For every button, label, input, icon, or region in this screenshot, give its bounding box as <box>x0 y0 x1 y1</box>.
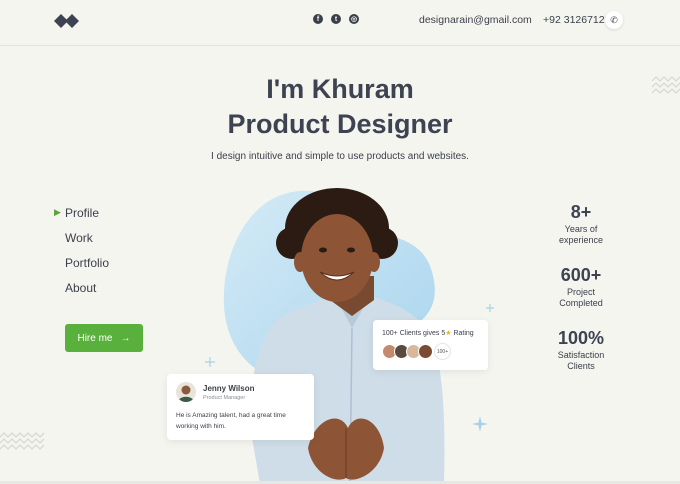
stat-label: experience <box>558 235 604 245</box>
logo[interactable] <box>54 12 80 30</box>
nav-item-about[interactable]: About <box>54 275 109 300</box>
avatar <box>176 382 196 402</box>
testimonial-name: Jenny Wilson <box>203 384 255 393</box>
hero-title-line1: I'm Khuram <box>266 74 414 104</box>
stat-label: Completed <box>559 298 603 308</box>
nav-item-label: Work <box>65 230 93 245</box>
hero-title-line2: Product Designer <box>227 109 453 139</box>
hire-me-button[interactable]: Hire me → <box>65 324 143 352</box>
sparkle-decoration <box>472 416 488 432</box>
stat-label: Years of <box>564 224 598 234</box>
nav-item-label: Profile <box>65 205 100 220</box>
rating-text: 100+ Clients gives 5★ Rating <box>382 329 474 337</box>
rating-card: 100+ Clients gives 5★ Rating 100+ <box>373 320 488 370</box>
sparkle-decoration <box>205 357 215 367</box>
testimonial-text: He is Amazing talent, had a great time w… <box>176 412 286 430</box>
side-nav: ▶ Profile Work Portfolio About <box>54 200 109 300</box>
stats-column: 8+ Years of experience 600+ Project Comp… <box>548 200 614 389</box>
stat-satisfaction: 100% Satisfaction Clients <box>548 326 614 372</box>
stat-experience: 8+ Years of experience <box>548 200 614 246</box>
phone-icon[interactable]: ✆ <box>605 11 623 29</box>
arrow-right-icon: → <box>120 332 131 344</box>
avatar <box>418 344 433 359</box>
nav-item-profile[interactable]: ▶ Profile <box>54 200 109 225</box>
stat-label: Project <box>566 287 595 297</box>
nav-item-portfolio[interactable]: Portfolio <box>54 250 109 275</box>
social-links: f t ◎ <box>313 14 359 24</box>
hero-subtitle: I design intuitive and simple to use pro… <box>211 151 469 162</box>
nav-item-label: About <box>65 280 97 295</box>
active-arrow-icon: ▶ <box>54 207 61 217</box>
stat-value: 600+ <box>560 265 602 285</box>
stat-value: 100% <box>557 328 605 348</box>
header: f t ◎ designarain@gmail.com +92 31267123… <box>0 0 680 46</box>
facebook-icon[interactable]: f <box>313 14 323 24</box>
nav-item-label: Portfolio <box>65 255 110 270</box>
stat-label: Clients <box>567 361 595 371</box>
more-clients-badge: 100+ <box>434 343 451 360</box>
email-link[interactable]: designarain@gmail.com <box>419 14 532 26</box>
portfolio-page: f t ◎ designarain@gmail.com +92 31267123… <box>0 0 680 484</box>
sparkle-decoration <box>486 304 494 312</box>
nav-item-work[interactable]: Work <box>54 225 109 250</box>
testimonial-card: Jenny Wilson Product Manager He is Amazi… <box>167 374 314 440</box>
twitter-icon[interactable]: t <box>331 14 341 24</box>
stat-value: 8+ <box>570 202 592 222</box>
zigzag-decoration-left <box>0 432 45 450</box>
client-avatars: 100+ <box>382 343 451 360</box>
rating-text-suffix: Rating <box>451 330 474 337</box>
testimonial-role: Product Manager <box>203 395 246 401</box>
dribbble-icon[interactable]: ◎ <box>349 14 359 24</box>
rating-text-prefix: 100+ Clients gives 5 <box>382 330 446 337</box>
hire-me-label: Hire me <box>77 332 113 344</box>
zigzag-decoration-right <box>652 76 680 94</box>
hero-title: I'm Khuram Product Designer <box>140 72 540 142</box>
stat-projects: 600+ Project Completed <box>548 263 614 309</box>
stat-label: Satisfaction <box>557 350 605 360</box>
